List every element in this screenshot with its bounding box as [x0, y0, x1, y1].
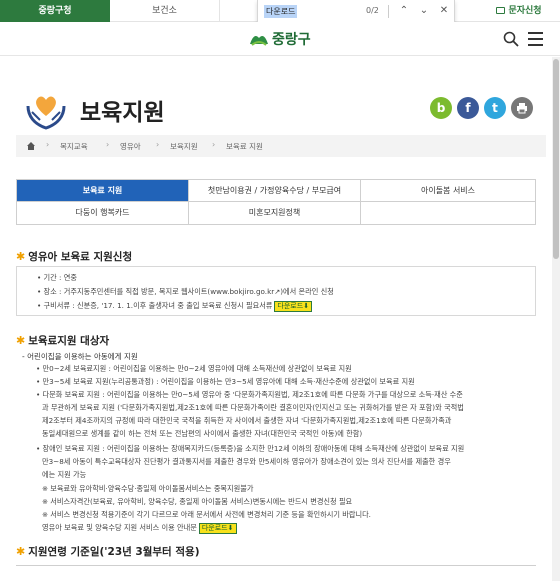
- breadcrumb-item[interactable]: 보육지원: [170, 141, 198, 152]
- chevron-up-icon[interactable]: ⌃: [396, 3, 412, 19]
- download-button[interactable]: 다운로드⬇: [274, 301, 313, 312]
- breadcrumb: › 복지교육 › 영유아 › 보육지원 › 보육료 지원: [16, 135, 546, 157]
- main-content: 보육지원 b f t › 복지교육 › 영유아 › 보육지원 › 보육료 지원 …: [8, 57, 548, 581]
- scrollbar-thumb[interactable]: [553, 59, 559, 259]
- search-icon[interactable]: [503, 31, 519, 47]
- target-line: • 장애인 보육료 지원 : 어린이집을 이용하는 장애복지카드(등록증)을 소…: [36, 444, 465, 453]
- target-line: 과 무관하게 보육료 지원 ('다문화가족지원법,제2조1호에 따른 다문화가족…: [42, 403, 464, 412]
- breadcrumb-item[interactable]: 영유아: [120, 141, 141, 152]
- download-button[interactable]: 다운로드⬇: [198, 523, 237, 534]
- logo-mark-icon: [250, 36, 268, 46]
- heart-hands-icon: [26, 96, 66, 130]
- print-button[interactable]: [511, 97, 533, 119]
- tab-multi-child-card[interactable]: 다둥이 행복카드: [17, 202, 189, 224]
- sms-request-label: 문자신청: [508, 6, 542, 16]
- close-icon[interactable]: ✕: [436, 3, 452, 19]
- target-line: 제2조부터 제4조까지의 규정에 따라 대한민국 국적을 취득한 자 사이에서 …: [42, 416, 452, 425]
- note-line: ※ 서비스자격간(보육료, 유아학비, 양육수당, 종일제 아이돌봄 서비스)변…: [42, 497, 353, 506]
- sub-tabs: 보육료 지원 첫만남이용권 / 가정양육수당 / 부모급여 아이돌봄 서비스 다…: [16, 179, 536, 225]
- star-icon: ✱: [16, 545, 26, 558]
- note-line: ※ 서비스 변경신청 적용기준이 각기 다르므로 아래 문서에서 사전에 변경처…: [42, 510, 371, 519]
- target-line-text: 만3~5세 보육료 지원(누리공통과정) : 어린이집을 이용하는 만3~5세 …: [42, 377, 415, 386]
- tab-health-center[interactable]: 보건소: [110, 0, 220, 22]
- logo-text: 중랑구: [272, 32, 311, 48]
- section3-title: 지원연령 기준일('23년 3월부터 적용): [28, 546, 200, 558]
- home-icon[interactable]: [26, 141, 36, 151]
- sms-request-link[interactable]: 문자신청: [478, 0, 560, 22]
- target-line-text: 장애인 보육료 지원 : 어린이집을 이용하는 장애복지카드(등록증)을 소지한…: [42, 444, 465, 453]
- target-line-text: 다문화 보육료 지원 : 어린이집을 이용하는 만0~5세 영유아 중 '다문화…: [42, 390, 463, 399]
- guide-line-text: 영유아 보육료 및 양육수당 지원 서비스 이용 안내문: [42, 523, 197, 532]
- mail-icon: [496, 7, 506, 14]
- info-place-text: 장소 : 거주지동주민센터를 직접 방문, 복지로 웹사이트(www.bokji…: [43, 287, 275, 296]
- download-label: 다운로드: [277, 302, 304, 310]
- star-icon: ✱: [16, 334, 26, 347]
- tab-jungnang-office[interactable]: 중랑구청: [0, 0, 110, 22]
- find-input[interactable]: 다운로드: [264, 5, 298, 18]
- star-icon: ✱: [16, 250, 26, 263]
- section2-title: 보육료지원 대상자: [28, 335, 110, 347]
- section-title: ✱ 영유아 보육료 지원신청: [16, 249, 132, 264]
- guide-line: 영유아 보육료 및 양육수당 지원 서비스 이용 안내문 다운로드⬇: [42, 523, 237, 534]
- site-header: 중랑구: [0, 22, 560, 56]
- breadcrumb-separator-icon: ›: [46, 140, 50, 149]
- breadcrumb-separator-icon: ›: [106, 140, 110, 149]
- tab-child-care-service[interactable]: 아이돌봄 서비스: [361, 180, 535, 202]
- info-period: • 기간 : 연중: [37, 273, 77, 282]
- section1-title: 영유아 보육료 지원신청: [28, 251, 133, 263]
- breadcrumb-item[interactable]: 복지교육: [60, 141, 88, 152]
- target-line: • 다문화 보육료 지원 : 어린이집을 이용하는 만0~5세 영유아 중 '다…: [36, 390, 463, 399]
- page-title: 보육지원: [80, 100, 165, 126]
- facebook-share-button[interactable]: f: [457, 97, 479, 119]
- tab-childcare-fee[interactable]: 보육료 지원: [17, 180, 189, 202]
- info-period-text: 기간 : 연중: [43, 273, 77, 282]
- target-line-text: 만0~2세 보육료지원 : 어린이집을 이용하는 만0~2세 영유아에 대해 소…: [42, 364, 352, 373]
- print-icon: [517, 103, 527, 114]
- note-line: ※ 보육료와 유아학비·양육수당·종일제 아이돌봄서비스는 중복지원불가: [42, 484, 254, 493]
- chevron-down-icon[interactable]: ⌄: [416, 3, 432, 19]
- target-line: 만3~8세 아동이 특수교육대상자 진단평가 결과통지서를 제출한 경우와 만5…: [42, 457, 451, 466]
- tab-single-mother-policy[interactable]: 미혼모지원정책: [189, 202, 361, 224]
- twitter-share-button[interactable]: t: [484, 97, 506, 119]
- breadcrumb-item[interactable]: 보육료 지원: [226, 141, 263, 152]
- target-line: 동일세대원으로 생계를 같이 하는 전처 또는 전남편의 사이에서 출생한 자녀…: [42, 429, 363, 438]
- target-line: • 만0~2세 보육료지원 : 어린이집을 이용하는 만0~2세 영유아에 대해…: [36, 364, 352, 373]
- scrollbar[interactable]: [552, 57, 560, 581]
- section-title: ✱ 지원연령 기준일('23년 3월부터 적용): [16, 544, 200, 559]
- download-icon: ⬇: [303, 302, 310, 310]
- blog-share-button[interactable]: b: [430, 97, 452, 119]
- find-separator: [388, 5, 389, 18]
- info-box: • 기간 : 연중 • 장소 : 거주지동주민센터를 직접 방문, 복지로 웹사…: [16, 266, 536, 316]
- section-title: ✱ 보육료지원 대상자: [16, 333, 109, 348]
- breadcrumb-separator-icon: ›: [212, 140, 216, 149]
- target-line: • 만3~5세 보육료 지원(누리공통과정) : 어린이집을 이용하는 만3~5…: [36, 377, 415, 386]
- info-documents: • 구비서류 : 신분증, '17. 1. 1.이후 출생자녀 중 출입 보육료…: [37, 301, 313, 312]
- breadcrumb-separator-icon: ›: [156, 140, 160, 149]
- target-line: 에는 지원 가능: [42, 470, 87, 479]
- tab-first-meeting-voucher[interactable]: 첫만남이용권 / 가정양육수당 / 부모급여: [189, 180, 361, 202]
- download-icon: ⬇: [227, 524, 234, 532]
- find-bar: 다운로드 0/2 ⌃ ⌄ ✕: [257, 0, 455, 24]
- find-count: 0/2: [366, 6, 379, 15]
- menu-icon[interactable]: [528, 32, 543, 46]
- info-place-suffix: )에서 온라인 신청: [280, 287, 334, 296]
- download-label: 다운로드: [201, 524, 228, 532]
- info-documents-text: 구비서류 : 신분증, '17. 1. 1.이후 출생자녀 중 출입 보육료 신…: [43, 301, 273, 310]
- target-intro: - 어린이집을 이용하는 아동에게 지원: [22, 352, 138, 361]
- table-top-border: [16, 565, 536, 566]
- info-place: • 장소 : 거주지동주민센터를 직접 방문, 복지로 웹사이트(www.bok…: [37, 287, 334, 296]
